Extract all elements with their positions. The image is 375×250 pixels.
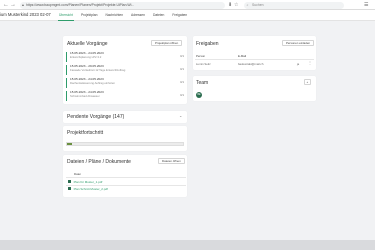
- bookmark-icon[interactable]: ☆: [234, 1, 238, 9]
- invite-people-button[interactable]: Personen einladen: [282, 40, 315, 46]
- file-icon: [68, 179, 71, 184]
- team-card: [193, 76, 316, 101]
- share-person: Lumin Seitz: [196, 62, 211, 66]
- column-header-person: Person: [196, 54, 206, 58]
- address-bar[interactable]: 🔒︎ https://www.baupmgmt.com/Planen/Plane…: [20, 1, 225, 9]
- task-item[interactable]: 15.05.2023 - 29.05.2023 Fassade Vorlaufz…: [66, 64, 186, 75]
- project-title: ium Musterkind 2023 02-07: [0, 12, 51, 17]
- column-header-email: E-Mail: [238, 54, 247, 58]
- pending-tasks-title: Pendente Vorgänge (147): [67, 114, 125, 120]
- team-title: Team: [196, 80, 209, 86]
- task-description: Dachentwässerung Auftrag einholen: [70, 80, 115, 85]
- tab-adressen[interactable]: Adressen: [127, 10, 149, 21]
- shares-title: Freigaben: [196, 41, 219, 47]
- file-name[interactable]: Plan Schnitt Muster_2.pdf: [74, 187, 108, 191]
- chevron-down-icon[interactable]: ⌄: [179, 113, 182, 118]
- arrow-right-icon[interactable]: →: [10, 1, 16, 9]
- files-column-header: Datei: [74, 172, 81, 176]
- task-item[interactable]: 15.05.2023 - 24.05.2023 Entwurfsplanung …: [66, 51, 186, 62]
- url-text: https://www.baupmgmt.com/Planen/Planen/P…: [26, 2, 135, 7]
- app-header: ium Musterkind 2023 02-07 Übersicht Proj…: [0, 10, 375, 21]
- tab-nachrichten[interactable]: Nachrichten: [101, 10, 127, 21]
- open-project-plan-button[interactable]: Projektplan öffnen: [151, 40, 183, 46]
- download-icon[interactable]: ⬇: [228, 1, 232, 9]
- share-email: baukontakt@mail.ch: [238, 62, 264, 66]
- progress-title: Projektfortschritt: [67, 130, 104, 136]
- open-files-button[interactable]: Dateien öffnen: [158, 158, 185, 164]
- search-icon: ⌕: [246, 2, 249, 7]
- tab-dateien[interactable]: Dateien: [149, 10, 168, 21]
- tab-freigaben[interactable]: Freigaben: [168, 10, 191, 21]
- progress-bar: [66, 142, 184, 146]
- task-count: 0/1: [180, 79, 184, 84]
- share-flag: ja: [297, 62, 300, 66]
- task-item[interactable]: 15.05.2023 - 24.05.2023 Dachentwässerung…: [66, 77, 186, 88]
- avatar[interactable]: BE: [196, 92, 202, 98]
- arrow-left-icon[interactable]: ←: [3, 1, 9, 9]
- file-name[interactable]: Plan für Muster_1.pdf: [74, 180, 103, 184]
- lock-icon: 🔒︎: [22, 2, 24, 7]
- browser-toolbar: ← → 🔒︎ https://www.baupmgmt.com/Planen/P…: [0, 0, 375, 10]
- files-title: Dateien / Pläne / Dokumente: [67, 159, 131, 165]
- menu-icon[interactable]: ☰: [364, 1, 368, 9]
- task-description: Fassade Vorlaufzeit 12 Tage Entwurf/Auft…: [70, 67, 126, 72]
- file-item[interactable]: Plan für Muster_1.pdf: [68, 179, 102, 184]
- task-count: 0/1: [180, 92, 184, 97]
- task-count: 0/1: [180, 66, 184, 71]
- main-tabs: Übersicht Projektplan Nachrichten Adress…: [55, 10, 191, 21]
- current-tasks-title: Aktuelle Vorgänge: [67, 41, 108, 47]
- tab-uebersicht[interactable]: Übersicht: [55, 10, 77, 21]
- task-item[interactable]: 15.05.2023 - 24.05.2023 Schwimmbad Abwas…: [66, 90, 186, 101]
- search-placeholder: Suchen: [252, 2, 264, 7]
- add-team-member-button[interactable]: +: [304, 79, 311, 85]
- task-count: 0/1: [180, 53, 184, 58]
- browser-search-input[interactable]: ⌕ Suchen: [244, 1, 344, 9]
- more-icon[interactable]: ⋮: [308, 60, 312, 65]
- task-description: Entwurfsplanung LP2.3.2: [70, 54, 102, 59]
- progress-bar-fill: [67, 143, 72, 145]
- tab-projektplan[interactable]: Projektplan: [77, 10, 102, 21]
- file-item[interactable]: Plan Schnitt Muster_2.pdf: [68, 186, 108, 191]
- page-bottom-area: [0, 240, 375, 250]
- file-icon: [68, 186, 71, 191]
- task-description: Schwimmbad Abwasser: [70, 93, 100, 98]
